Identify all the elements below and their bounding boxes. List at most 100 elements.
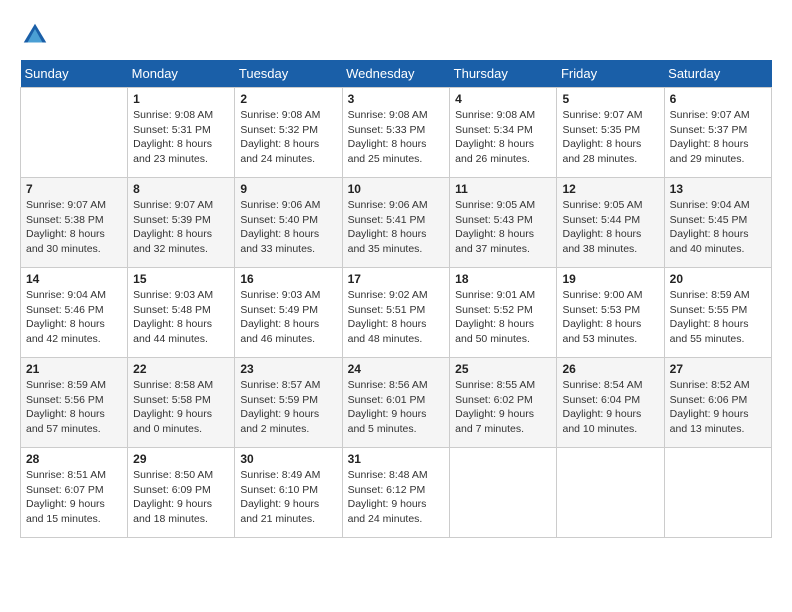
day-number: 1 xyxy=(133,92,229,106)
day-number: 23 xyxy=(240,362,336,376)
calendar-day-cell: 2 Sunrise: 9:08 AM Sunset: 5:32 PM Daylig… xyxy=(235,88,342,178)
day-number: 26 xyxy=(562,362,658,376)
calendar: SundayMondayTuesdayWednesdayThursdayFrid… xyxy=(20,60,772,538)
day-number: 12 xyxy=(562,182,658,196)
page-container: SundayMondayTuesdayWednesdayThursdayFrid… xyxy=(20,20,772,538)
day-number: 24 xyxy=(348,362,445,376)
calendar-day-cell: 13 Sunrise: 9:04 AM Sunset: 5:45 PM Dayli… xyxy=(664,178,771,268)
day-info: Sunrise: 8:57 AM Sunset: 5:59 PM Dayligh… xyxy=(240,378,336,437)
day-info: Sunrise: 9:01 AM Sunset: 5:52 PM Dayligh… xyxy=(455,288,551,347)
logo-icon xyxy=(20,20,50,50)
day-number: 13 xyxy=(670,182,766,196)
day-number: 5 xyxy=(562,92,658,106)
day-number: 18 xyxy=(455,272,551,286)
day-info: Sunrise: 9:07 AM Sunset: 5:37 PM Dayligh… xyxy=(670,108,766,167)
calendar-week-row: 14 Sunrise: 9:04 AM Sunset: 5:46 PM Dayli… xyxy=(21,268,772,358)
calendar-day-cell xyxy=(21,88,128,178)
calendar-header-tuesday: Tuesday xyxy=(235,60,342,88)
calendar-day-cell: 26 Sunrise: 8:54 AM Sunset: 6:04 PM Dayli… xyxy=(557,358,664,448)
day-info: Sunrise: 8:50 AM Sunset: 6:09 PM Dayligh… xyxy=(133,468,229,527)
day-info: Sunrise: 9:06 AM Sunset: 5:41 PM Dayligh… xyxy=(348,198,445,257)
day-info: Sunrise: 8:56 AM Sunset: 6:01 PM Dayligh… xyxy=(348,378,445,437)
day-info: Sunrise: 9:04 AM Sunset: 5:46 PM Dayligh… xyxy=(26,288,122,347)
day-number: 7 xyxy=(26,182,122,196)
day-number: 31 xyxy=(348,452,445,466)
day-info: Sunrise: 8:59 AM Sunset: 5:56 PM Dayligh… xyxy=(26,378,122,437)
calendar-day-cell: 24 Sunrise: 8:56 AM Sunset: 6:01 PM Dayli… xyxy=(342,358,450,448)
day-info: Sunrise: 8:48 AM Sunset: 6:12 PM Dayligh… xyxy=(348,468,445,527)
day-number: 10 xyxy=(348,182,445,196)
calendar-day-cell: 27Sunrise: 8:52 AM Sunset: 6:06 PM Dayli… xyxy=(664,358,771,448)
calendar-day-cell xyxy=(664,448,771,538)
day-number: 3 xyxy=(348,92,445,106)
day-info: Sunrise: 8:58 AM Sunset: 5:58 PM Dayligh… xyxy=(133,378,229,437)
day-info: Sunrise: 8:49 AM Sunset: 6:10 PM Dayligh… xyxy=(240,468,336,527)
calendar-day-cell: 9 Sunrise: 9:06 AM Sunset: 5:40 PM Daylig… xyxy=(235,178,342,268)
calendar-week-row: 7 Sunrise: 9:07 AM Sunset: 5:38 PM Daylig… xyxy=(21,178,772,268)
day-info: Sunrise: 9:02 AM Sunset: 5:51 PM Dayligh… xyxy=(348,288,445,347)
calendar-day-cell: 20 Sunrise: 8:59 AM Sunset: 5:55 PM Dayli… xyxy=(664,268,771,358)
calendar-week-row: 1 Sunrise: 9:08 AM Sunset: 5:31 PM Daylig… xyxy=(21,88,772,178)
calendar-day-cell: 22 Sunrise: 8:58 AM Sunset: 5:58 PM Dayli… xyxy=(128,358,235,448)
day-info: Sunrise: 9:07 AM Sunset: 5:39 PM Dayligh… xyxy=(133,198,229,257)
calendar-header-thursday: Thursday xyxy=(450,60,557,88)
day-number: 14 xyxy=(26,272,122,286)
day-info: Sunrise: 8:54 AM Sunset: 6:04 PM Dayligh… xyxy=(562,378,658,437)
day-number: 20 xyxy=(670,272,766,286)
day-info: Sunrise: 9:07 AM Sunset: 5:35 PM Dayligh… xyxy=(562,108,658,167)
day-number: 29 xyxy=(133,452,229,466)
day-number: 28 xyxy=(26,452,122,466)
day-number: 25 xyxy=(455,362,551,376)
day-number: 17 xyxy=(348,272,445,286)
calendar-day-cell: 19 Sunrise: 9:00 AM Sunset: 5:53 PM Dayli… xyxy=(557,268,664,358)
day-number: 21 xyxy=(26,362,122,376)
day-number: 19 xyxy=(562,272,658,286)
calendar-day-cell: 17 Sunrise: 9:02 AM Sunset: 5:51 PM Dayli… xyxy=(342,268,450,358)
day-number: 6 xyxy=(670,92,766,106)
calendar-day-cell: 25 Sunrise: 8:55 AM Sunset: 6:02 PM Dayli… xyxy=(450,358,557,448)
calendar-day-cell: 8 Sunrise: 9:07 AM Sunset: 5:39 PM Daylig… xyxy=(128,178,235,268)
day-number: 30 xyxy=(240,452,336,466)
calendar-day-cell: 10 Sunrise: 9:06 AM Sunset: 5:41 PM Dayli… xyxy=(342,178,450,268)
calendar-day-cell: 6 Sunrise: 9:07 AM Sunset: 5:37 PM Daylig… xyxy=(664,88,771,178)
calendar-day-cell: 11Sunrise: 9:05 AM Sunset: 5:43 PM Dayli… xyxy=(450,178,557,268)
day-info: Sunrise: 9:05 AM Sunset: 5:44 PM Dayligh… xyxy=(562,198,658,257)
calendar-day-cell xyxy=(557,448,664,538)
day-number: 4 xyxy=(455,92,551,106)
day-info: Sunrise: 9:05 AM Sunset: 5:43 PM Dayligh… xyxy=(455,198,551,257)
day-info: Sunrise: 8:55 AM Sunset: 6:02 PM Dayligh… xyxy=(455,378,551,437)
day-info: Sunrise: 9:04 AM Sunset: 5:45 PM Dayligh… xyxy=(670,198,766,257)
calendar-day-cell: 30 Sunrise: 8:49 AM Sunset: 6:10 PM Dayli… xyxy=(235,448,342,538)
day-number: 15 xyxy=(133,272,229,286)
calendar-day-cell: 29 Sunrise: 8:50 AM Sunset: 6:09 PM Dayli… xyxy=(128,448,235,538)
day-number: 2 xyxy=(240,92,336,106)
calendar-day-cell: 15 Sunrise: 9:03 AM Sunset: 5:48 PM Dayli… xyxy=(128,268,235,358)
calendar-day-cell: 14 Sunrise: 9:04 AM Sunset: 5:46 PM Dayli… xyxy=(21,268,128,358)
day-info: Sunrise: 9:08 AM Sunset: 5:31 PM Dayligh… xyxy=(133,108,229,167)
day-info: Sunrise: 9:00 AM Sunset: 5:53 PM Dayligh… xyxy=(562,288,658,347)
day-info: Sunrise: 9:07 AM Sunset: 5:38 PM Dayligh… xyxy=(26,198,122,257)
day-info: Sunrise: 9:08 AM Sunset: 5:32 PM Dayligh… xyxy=(240,108,336,167)
day-info: Sunrise: 9:06 AM Sunset: 5:40 PM Dayligh… xyxy=(240,198,336,257)
day-info: Sunrise: 8:51 AM Sunset: 6:07 PM Dayligh… xyxy=(26,468,122,527)
calendar-header-wednesday: Wednesday xyxy=(342,60,450,88)
calendar-day-cell xyxy=(450,448,557,538)
day-number: 22 xyxy=(133,362,229,376)
calendar-day-cell: 21 Sunrise: 8:59 AM Sunset: 5:56 PM Dayli… xyxy=(21,358,128,448)
day-info: Sunrise: 9:08 AM Sunset: 5:34 PM Dayligh… xyxy=(455,108,551,167)
calendar-day-cell: 23 Sunrise: 8:57 AM Sunset: 5:59 PM Dayli… xyxy=(235,358,342,448)
day-info: Sunrise: 8:59 AM Sunset: 5:55 PM Dayligh… xyxy=(670,288,766,347)
day-info: Sunrise: 9:03 AM Sunset: 5:48 PM Dayligh… xyxy=(133,288,229,347)
day-info: Sunrise: 9:08 AM Sunset: 5:33 PM Dayligh… xyxy=(348,108,445,167)
calendar-header-sunday: Sunday xyxy=(21,60,128,88)
day-number: 9 xyxy=(240,182,336,196)
day-number: 8 xyxy=(133,182,229,196)
day-number: 16 xyxy=(240,272,336,286)
calendar-day-cell: 1 Sunrise: 9:08 AM Sunset: 5:31 PM Daylig… xyxy=(128,88,235,178)
calendar-day-cell: 3 Sunrise: 9:08 AM Sunset: 5:33 PM Daylig… xyxy=(342,88,450,178)
calendar-week-row: 21 Sunrise: 8:59 AM Sunset: 5:56 PM Dayli… xyxy=(21,358,772,448)
day-info: Sunrise: 8:52 AM Sunset: 6:06 PM Dayligh… xyxy=(670,378,766,437)
calendar-day-cell: 12 Sunrise: 9:05 AM Sunset: 5:44 PM Dayli… xyxy=(557,178,664,268)
logo xyxy=(20,20,54,50)
calendar-day-cell: 31 Sunrise: 8:48 AM Sunset: 6:12 PM Dayli… xyxy=(342,448,450,538)
